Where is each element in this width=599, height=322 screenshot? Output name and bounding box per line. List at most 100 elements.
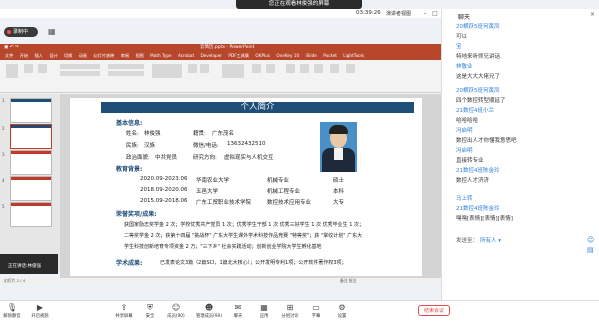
addin-icon[interactable]: [314, 64, 323, 73]
chat-message: 哈哈哈哈: [456, 118, 479, 124]
politics-label: 政治面貌:: [126, 155, 150, 161]
slide-number: 4: [2, 178, 5, 183]
maximize-icon[interactable]: □: [430, 9, 440, 18]
font-format-row[interactable]: [60, 71, 100, 76]
close-icon[interactable]: ×: [590, 11, 595, 18]
chat-sender: 21数控4班小兰: [456, 108, 494, 114]
ppt-tab[interactable]: Acrobat: [178, 53, 194, 58]
manage-members-button[interactable]: ☻ 管理成员(90): [194, 303, 224, 319]
mute-button[interactable]: 🎙 解除静音: [0, 303, 24, 319]
ppt-tab[interactable]: Developer: [200, 53, 222, 58]
ppt-tab[interactable]: LightTools: [343, 53, 364, 58]
save-icon[interactable]: ▣ ↶ ↷: [4, 44, 19, 52]
toolbar-label: 聊天: [233, 314, 243, 319]
addin-icon[interactable]: [346, 64, 355, 73]
portrait-shirt: [334, 148, 343, 160]
font-selector[interactable]: [60, 64, 100, 69]
send-to-label: 发送至：: [456, 238, 479, 244]
end-meeting-button[interactable]: 结束会议: [418, 305, 450, 316]
addin-icon[interactable]: [286, 64, 295, 73]
ppt-tab[interactable]: OKPlus: [255, 53, 270, 58]
edu-major: 机械专业: [267, 178, 290, 184]
origin-label: 籍贯:: [193, 131, 206, 137]
arrange-icon[interactable]: [188, 64, 197, 73]
captions-button[interactable]: ▭ 字幕: [304, 303, 328, 319]
edu-major: 数控技术应用专业: [267, 200, 312, 206]
slide-thumbnail[interactable]: [10, 176, 52, 201]
chat-sender: 21数控4班陈金玲: [456, 206, 500, 212]
designer-icon[interactable]: [266, 64, 275, 73]
ppt-tab[interactable]: 文件: [5, 53, 13, 58]
security-button[interactable]: ⛨ 安全: [138, 303, 162, 319]
ppt-tab[interactable]: OneKey 10: [276, 53, 299, 58]
video-button[interactable]: ▶ 开启视频: [28, 303, 52, 319]
grid-view-icon[interactable]: ▦: [48, 27, 56, 36]
chat-icon: ✉: [234, 303, 242, 312]
research-value: 虚拟现实与人机交互: [224, 155, 274, 161]
chat-input[interactable]: [446, 244, 596, 294]
breakout-icon: ⊞: [286, 303, 294, 312]
name-value: 林俊强: [144, 131, 161, 137]
chat-button[interactable]: ✉ 聊天: [226, 303, 250, 319]
ppt-tab[interactable]: 动画: [79, 53, 87, 58]
ppt-tab[interactable]: 插入: [34, 53, 42, 58]
edu-major: 机械工程专业: [267, 189, 301, 195]
slide-thumbnail[interactable]: [10, 150, 52, 175]
addin-icon[interactable]: [330, 64, 339, 73]
send-to-selector[interactable]: 所有人 ▾: [480, 236, 501, 244]
recording-indicator[interactable]: 录制中: [4, 27, 38, 37]
ppt-tab[interactable]: Math Type: [150, 53, 171, 58]
ppt-ribbon: [0, 60, 441, 93]
toolbar-label: 分组讨论: [281, 314, 299, 319]
ppt-tab[interactable]: PDF工具集: [228, 53, 249, 58]
align-row[interactable]: [108, 71, 144, 76]
slide-thumbnail[interactable]: [10, 98, 52, 123]
captions-icon: ▭: [312, 303, 320, 312]
apps-button[interactable]: ▦ 应用: [252, 303, 276, 319]
emoji-icon[interactable]: ☺: [587, 236, 595, 244]
chat-sender: 林敬业: [456, 64, 473, 70]
minimize-icon[interactable]: –: [420, 9, 430, 18]
quick-style-icon[interactable]: [200, 64, 209, 73]
shapes-gallery[interactable]: [152, 64, 182, 78]
ppt-tab[interactable]: 开始: [20, 53, 28, 58]
edu-degree: 硕士: [333, 178, 345, 184]
new-slide-icon[interactable]: [24, 64, 33, 73]
ppt-tab[interactable]: 视图: [135, 53, 143, 58]
toolbar-label: 字幕: [311, 314, 321, 319]
chat-sender: 冯启明: [456, 128, 473, 134]
toolbar-label: 应用: [259, 314, 269, 319]
ppt-tab[interactable]: 幻灯片放映: [93, 53, 114, 58]
addin-icon[interactable]: [300, 64, 309, 73]
ppt-tab[interactable]: 设计: [49, 53, 57, 58]
settings-button[interactable]: ⚙ 设置: [330, 303, 354, 319]
notes-comments[interactable]: 备注 批注: [340, 278, 356, 284]
chat-message: 四个数控转型顺延了: [456, 98, 506, 104]
slide-number: 2: [2, 126, 5, 131]
paragraph-row[interactable]: [108, 64, 144, 69]
editing-group[interactable]: [222, 64, 244, 78]
breakout-button[interactable]: ⊞ 分组讨论: [278, 303, 302, 319]
ppt-tab[interactable]: 审阅: [121, 53, 129, 58]
slide-thumbnail-selected[interactable]: [10, 124, 52, 149]
shield-icon: ⛨: [147, 303, 153, 312]
ppt-tab[interactable]: Pocket: [323, 53, 337, 58]
apps-icon: ▦: [260, 303, 268, 312]
ppt-status-bar: 幻灯片 2 / 4 备注 批注: [0, 278, 441, 284]
share-screen-button[interactable]: ⇪ 共享屏幕: [112, 303, 136, 319]
dictate-icon[interactable]: [252, 64, 261, 73]
slide-thumbnail[interactable]: [10, 202, 52, 227]
file-icon[interactable]: ▤: [587, 246, 595, 254]
chat-sender: 21数控4班陈金玲: [456, 168, 500, 174]
chat-message: 直接转专业: [456, 158, 484, 164]
ppt-tab[interactable]: iSlide: [305, 53, 316, 58]
layout-view-button[interactable]: 演讲者视图: [386, 10, 411, 17]
paste-icon[interactable]: [6, 64, 18, 78]
ppt-tab[interactable]: 切换: [64, 53, 72, 58]
members-button[interactable]: ☺ 成员(90): [164, 303, 188, 319]
slide-counter: 幻灯片 2 / 4: [4, 278, 26, 283]
share-icon: ⇪: [120, 303, 128, 312]
name-label: 姓名:: [126, 131, 139, 137]
layout-icon[interactable]: [38, 64, 47, 73]
section-basic-info: 基本信息:: [116, 120, 143, 127]
